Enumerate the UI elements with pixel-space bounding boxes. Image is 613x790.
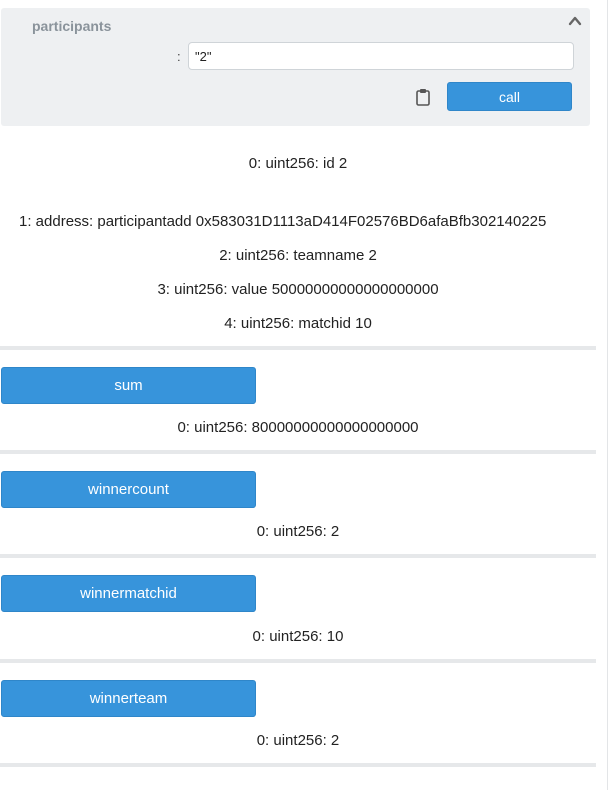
- winnerteam-button[interactable]: winnerteam: [1, 680, 256, 717]
- divider: [0, 554, 596, 558]
- winnermatchid-button[interactable]: winnermatchid: [1, 575, 256, 612]
- divider: [0, 346, 596, 350]
- clipboard-icon[interactable]: [415, 88, 431, 106]
- output-line: 0: uint256: id 2: [248, 155, 348, 172]
- panel-title: participants: [32, 18, 112, 34]
- winnerteam-output: 0: uint256: 2: [256, 732, 340, 749]
- winnercount-button[interactable]: winnercount: [1, 471, 256, 508]
- winnercount-output: 0: uint256: 2: [256, 523, 340, 540]
- sum-button[interactable]: sum: [1, 367, 256, 404]
- output-line: 3: uint256: value 50000000000000000000: [157, 281, 439, 298]
- output-line: 2: uint256: teamname 2: [219, 247, 377, 264]
- divider: [0, 659, 596, 663]
- chevron-up-icon[interactable]: [567, 14, 583, 28]
- param-colon: :: [177, 49, 181, 64]
- output-line: 1: address: participantadd 0x583031D1113…: [19, 213, 547, 230]
- winnermatchid-output: 0: uint256: 10: [252, 628, 344, 645]
- right-border: [607, 0, 608, 790]
- output-line: 4: uint256: matchid 10: [224, 315, 372, 332]
- sum-output: 0: uint256: 80000000000000000000: [177, 419, 419, 436]
- call-button[interactable]: call: [447, 82, 572, 111]
- participants-param-input[interactable]: [188, 42, 574, 70]
- divider: [0, 450, 596, 454]
- participants-panel: participants : call: [1, 8, 590, 126]
- divider: [0, 763, 596, 767]
